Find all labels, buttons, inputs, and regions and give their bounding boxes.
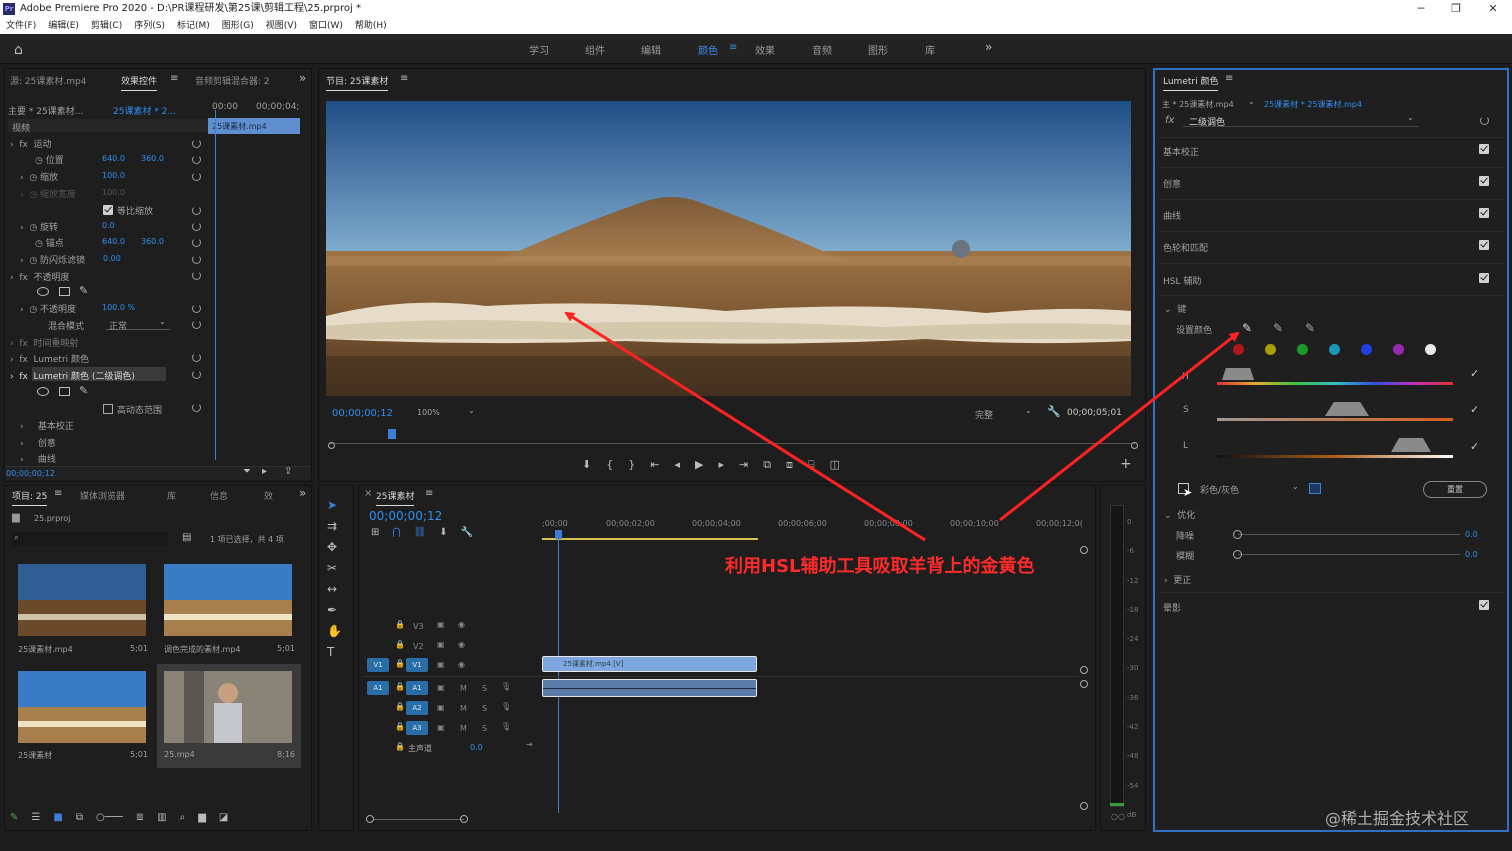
- annotation-arrows: [564, 311, 1240, 542]
- annotation-text: 利用HSL辅助工具吸取羊背上的金黄色: [725, 556, 1035, 577]
- watermark: @稀土掘金技术社区: [1325, 809, 1470, 828]
- annotation-arrow-to-eyedropper: [999, 331, 1240, 522]
- annotation-arrow-to-sheep: [564, 311, 926, 542]
